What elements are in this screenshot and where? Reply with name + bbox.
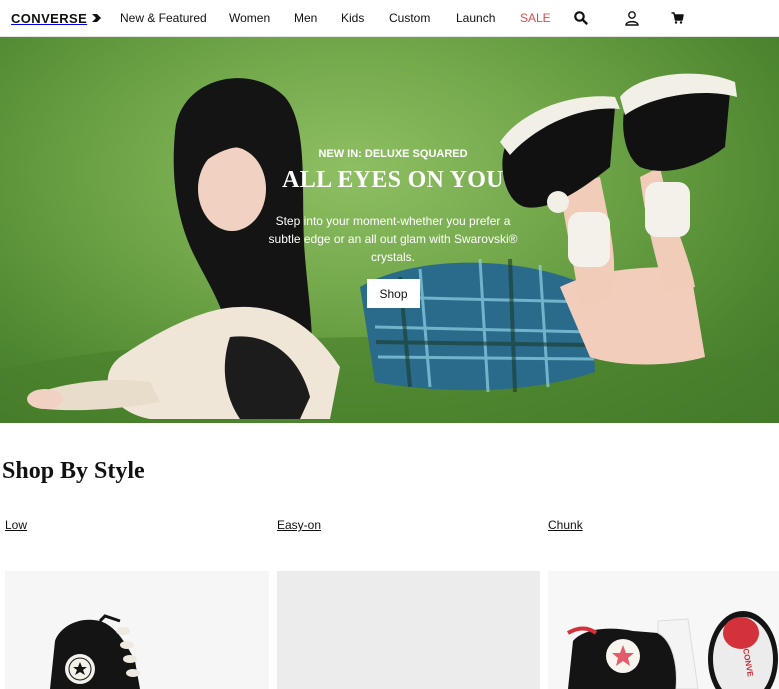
- category-tile-chunk[interactable]: CONVE: [548, 571, 779, 689]
- nav-item-men[interactable]: Men: [294, 11, 317, 25]
- nav-item-kids[interactable]: Kids: [341, 11, 364, 25]
- category-tile-easy-on[interactable]: [277, 571, 540, 689]
- category-label-easy-on[interactable]: Easy-on: [277, 518, 321, 532]
- shop-by-style-title: Shop By Style: [2, 458, 145, 484]
- chevron-logo-icon: [92, 14, 102, 22]
- nav-item-launch[interactable]: Launch: [456, 11, 495, 25]
- category-label-low[interactable]: Low: [5, 518, 27, 532]
- category-tile-low[interactable]: [5, 571, 269, 689]
- search-icon[interactable]: [573, 10, 589, 26]
- brand-wordmark: CONVERSE: [11, 10, 88, 26]
- account-icon[interactable]: [624, 10, 640, 26]
- nav-item-custom[interactable]: Custom: [389, 11, 430, 25]
- sneaker-image-low: [50, 614, 140, 689]
- nav-item-sale[interactable]: SALE: [520, 11, 551, 25]
- hero-eyebrow: NEW IN: DELUXE SQUARED: [318, 148, 468, 160]
- sneaker-image-easy-on: [277, 571, 540, 689]
- category-label-chunk[interactable]: Chunk: [548, 518, 583, 532]
- site-header: CONVERSE New & Featured Women Men Kids C…: [0, 0, 779, 37]
- hero-banner: NEW IN: DELUXE SQUARED ALL EYES ON YOU S…: [0, 37, 779, 423]
- nav-item-new-featured[interactable]: New & Featured: [120, 11, 207, 25]
- hero-description: Step into your moment-whether you prefer…: [268, 214, 518, 264]
- converse-logo[interactable]: CONVERSE: [11, 10, 104, 26]
- cart-icon[interactable]: [670, 10, 686, 26]
- hero-title: ALL EYES ON YOU: [282, 167, 504, 193]
- shop-button[interactable]: Shop: [367, 279, 420, 308]
- nav-item-women[interactable]: Women: [229, 11, 270, 25]
- sneaker-image-chunk: CONVE: [566, 611, 778, 689]
